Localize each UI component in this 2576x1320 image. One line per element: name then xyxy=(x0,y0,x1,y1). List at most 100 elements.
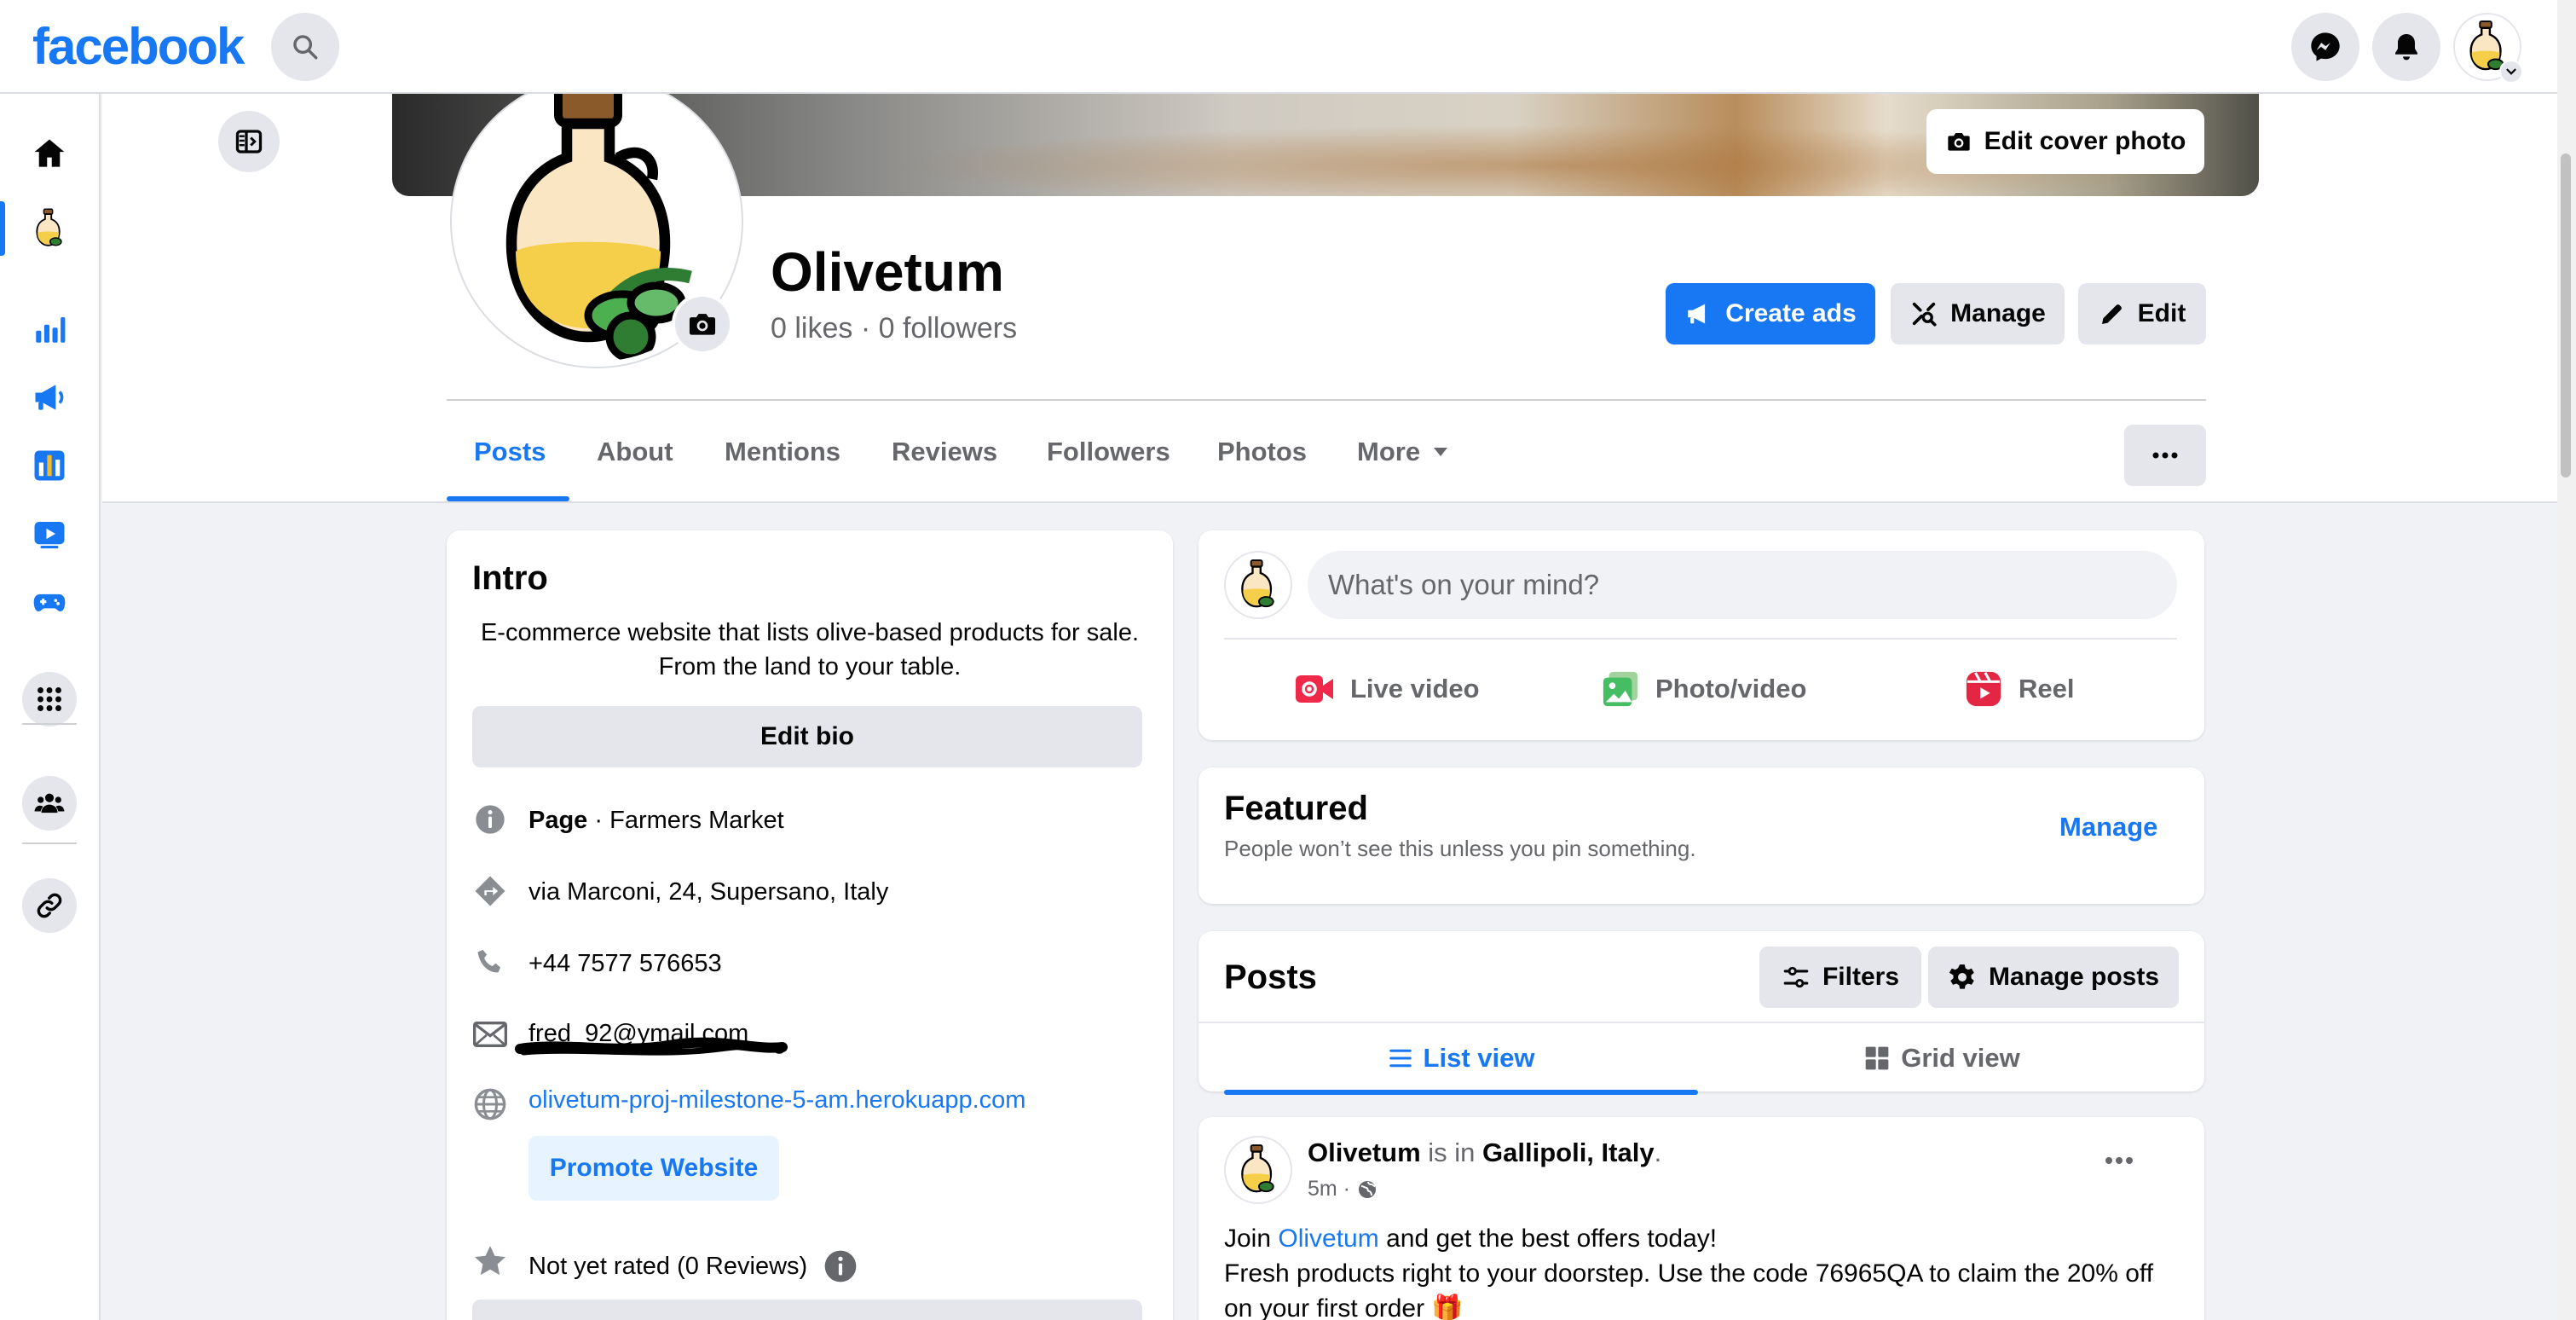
rail-business-suite[interactable] xyxy=(15,435,84,496)
reel-icon xyxy=(1964,669,2003,709)
video-icon xyxy=(32,516,67,552)
filters-label: Filters xyxy=(1822,963,1900,991)
tab-posts[interactable]: Posts xyxy=(474,437,546,467)
list-view-tab[interactable]: List view xyxy=(1224,1023,1698,1093)
post-body: Join Olivetum and get the best offers to… xyxy=(1224,1221,2187,1320)
post-composer: What's on your mind? Live video Photo/vi… xyxy=(1198,530,2204,740)
tools-icon xyxy=(1909,299,1938,328)
tab-more-label: More xyxy=(1357,437,1421,466)
post-is-in: is in xyxy=(1420,1138,1483,1167)
groups-icon xyxy=(33,787,66,819)
grid-view-tab[interactable]: Grid view xyxy=(1705,1023,2179,1093)
home-icon xyxy=(31,135,68,172)
tab-followers[interactable]: Followers xyxy=(1047,437,1170,467)
composer-avatar xyxy=(1224,551,1292,619)
rail-divider xyxy=(22,842,77,844)
tab-more[interactable]: More xyxy=(1357,437,1449,467)
intro-title: Intro xyxy=(472,559,548,597)
megaphone-icon xyxy=(1684,299,1713,328)
tab-photos[interactable]: Photos xyxy=(1217,437,1307,467)
post-line1-pre: Join xyxy=(1224,1224,1279,1253)
tab-about[interactable]: About xyxy=(597,437,673,467)
edit-bio-button[interactable]: Edit bio xyxy=(472,706,1142,767)
left-navigation-rail xyxy=(0,94,101,1320)
post-author-name[interactable]: Olivetum xyxy=(1308,1138,1421,1167)
rail-insights[interactable] xyxy=(15,298,84,360)
intro-bio: E-commerce website that lists olive-base… xyxy=(480,619,1140,680)
meta-business-suite-icon xyxy=(32,448,67,483)
photo-video-button[interactable]: Photo/video xyxy=(1601,658,1806,720)
page-category-label: · Farmers Market xyxy=(587,807,784,834)
header-divider xyxy=(447,399,2206,401)
promote-website-label: Promote Website xyxy=(549,1154,759,1182)
promote-website-button[interactable]: Promote Website xyxy=(528,1136,779,1201)
edit-cover-photo-button[interactable]: Edit cover photo xyxy=(1926,109,2204,174)
gear-icon xyxy=(1948,963,1977,992)
rail-ad-center[interactable] xyxy=(15,367,84,428)
camera-icon xyxy=(686,308,719,340)
post-line1-post: and get the best offers today! xyxy=(1378,1224,1718,1253)
manage-label: Manage xyxy=(1950,299,2046,327)
post-page-link[interactable]: Olivetum xyxy=(1278,1224,1378,1253)
scrollbar-thumb[interactable] xyxy=(2561,153,2571,478)
edit-button[interactable]: Edit xyxy=(2078,283,2206,344)
tab-mentions[interactable]: Mentions xyxy=(725,437,840,467)
active-tab-underline xyxy=(447,496,569,501)
whats-on-your-mind-input[interactable]: What's on your mind? xyxy=(1308,551,2177,619)
info-icon xyxy=(472,802,508,837)
manage-posts-button[interactable]: Manage posts xyxy=(1928,947,2179,1008)
page-avatar xyxy=(31,207,68,250)
rail-all-apps[interactable] xyxy=(22,672,77,727)
globe-icon xyxy=(1357,1179,1378,1200)
page-stats[interactable]: 0 likes · 0 followers xyxy=(771,312,1017,345)
post-location[interactable]: Gallipoli, Italy xyxy=(1482,1138,1655,1167)
featured-manage-link[interactable]: Manage xyxy=(2059,812,2157,842)
rating-info-icon[interactable] xyxy=(823,1248,858,1284)
post-time[interactable]: 5m · xyxy=(1308,1177,1350,1201)
create-ads-button[interactable]: Create ads xyxy=(1666,283,1875,344)
more-options-button[interactable] xyxy=(2124,425,2206,486)
posts-title: Posts xyxy=(1224,958,1317,996)
rail-gaming[interactable] xyxy=(15,571,84,633)
active-view-underline xyxy=(1224,1090,1698,1095)
messenger-button[interactable] xyxy=(2291,13,2359,81)
post-item: Olivetum is in Gallipoli, Italy. 5m · Jo… xyxy=(1198,1117,2204,1320)
phone-text: +44 7577 576653 xyxy=(528,950,722,977)
search-button[interactable] xyxy=(271,13,339,81)
grid-view-label: Grid view xyxy=(1901,1043,2020,1073)
top-navigation-bar: facebook xyxy=(0,0,2557,94)
rail-home[interactable] xyxy=(15,123,84,184)
rail-link[interactable] xyxy=(22,878,77,933)
bell-icon xyxy=(2390,31,2423,63)
manage-button[interactable]: Manage xyxy=(1891,283,2065,344)
rail-video[interactable] xyxy=(15,503,84,564)
notifications-button[interactable] xyxy=(2372,13,2440,81)
reel-label: Reel xyxy=(2019,674,2075,703)
rail-groups[interactable] xyxy=(22,776,77,831)
post-author-avatar[interactable] xyxy=(1224,1136,1292,1204)
list-view-label: List view xyxy=(1423,1043,1535,1073)
filters-button[interactable]: Filters xyxy=(1759,947,1921,1008)
messenger-icon xyxy=(2308,30,2342,64)
search-icon xyxy=(291,32,320,61)
update-profile-picture-button[interactable] xyxy=(672,293,733,355)
website-link[interactable]: olivetum-proj-milestone-5-am.herokuapp.c… xyxy=(528,1086,1025,1114)
star-icon xyxy=(472,1243,508,1279)
post-header: Olivetum is in Gallipoli, Italy. xyxy=(1308,1138,1661,1168)
post-options-button[interactable] xyxy=(2102,1139,2153,1182)
ad-center-icon xyxy=(31,379,68,416)
page-header: Edit cover photo Olivetum 0 likes · 0 fo… xyxy=(102,77,2557,503)
create-ads-label: Create ads xyxy=(1725,299,1857,327)
tab-reviews[interactable]: Reviews xyxy=(892,437,997,467)
chevron-down-icon[interactable] xyxy=(2499,60,2523,84)
live-video-button[interactable]: Live video xyxy=(1294,658,1480,720)
list-icon xyxy=(1388,1045,1413,1071)
partially-visible-button[interactable] xyxy=(472,1300,1142,1320)
edit-label: Edit xyxy=(2137,299,2186,327)
reel-button[interactable]: Reel xyxy=(1964,658,2074,720)
facebook-logo[interactable]: facebook xyxy=(32,17,245,76)
directions-icon xyxy=(472,873,508,909)
rating-row: Not yet rated (0 Reviews) xyxy=(528,1248,858,1284)
panel-toggle-button[interactable] xyxy=(218,111,280,172)
rail-page[interactable] xyxy=(15,198,84,259)
